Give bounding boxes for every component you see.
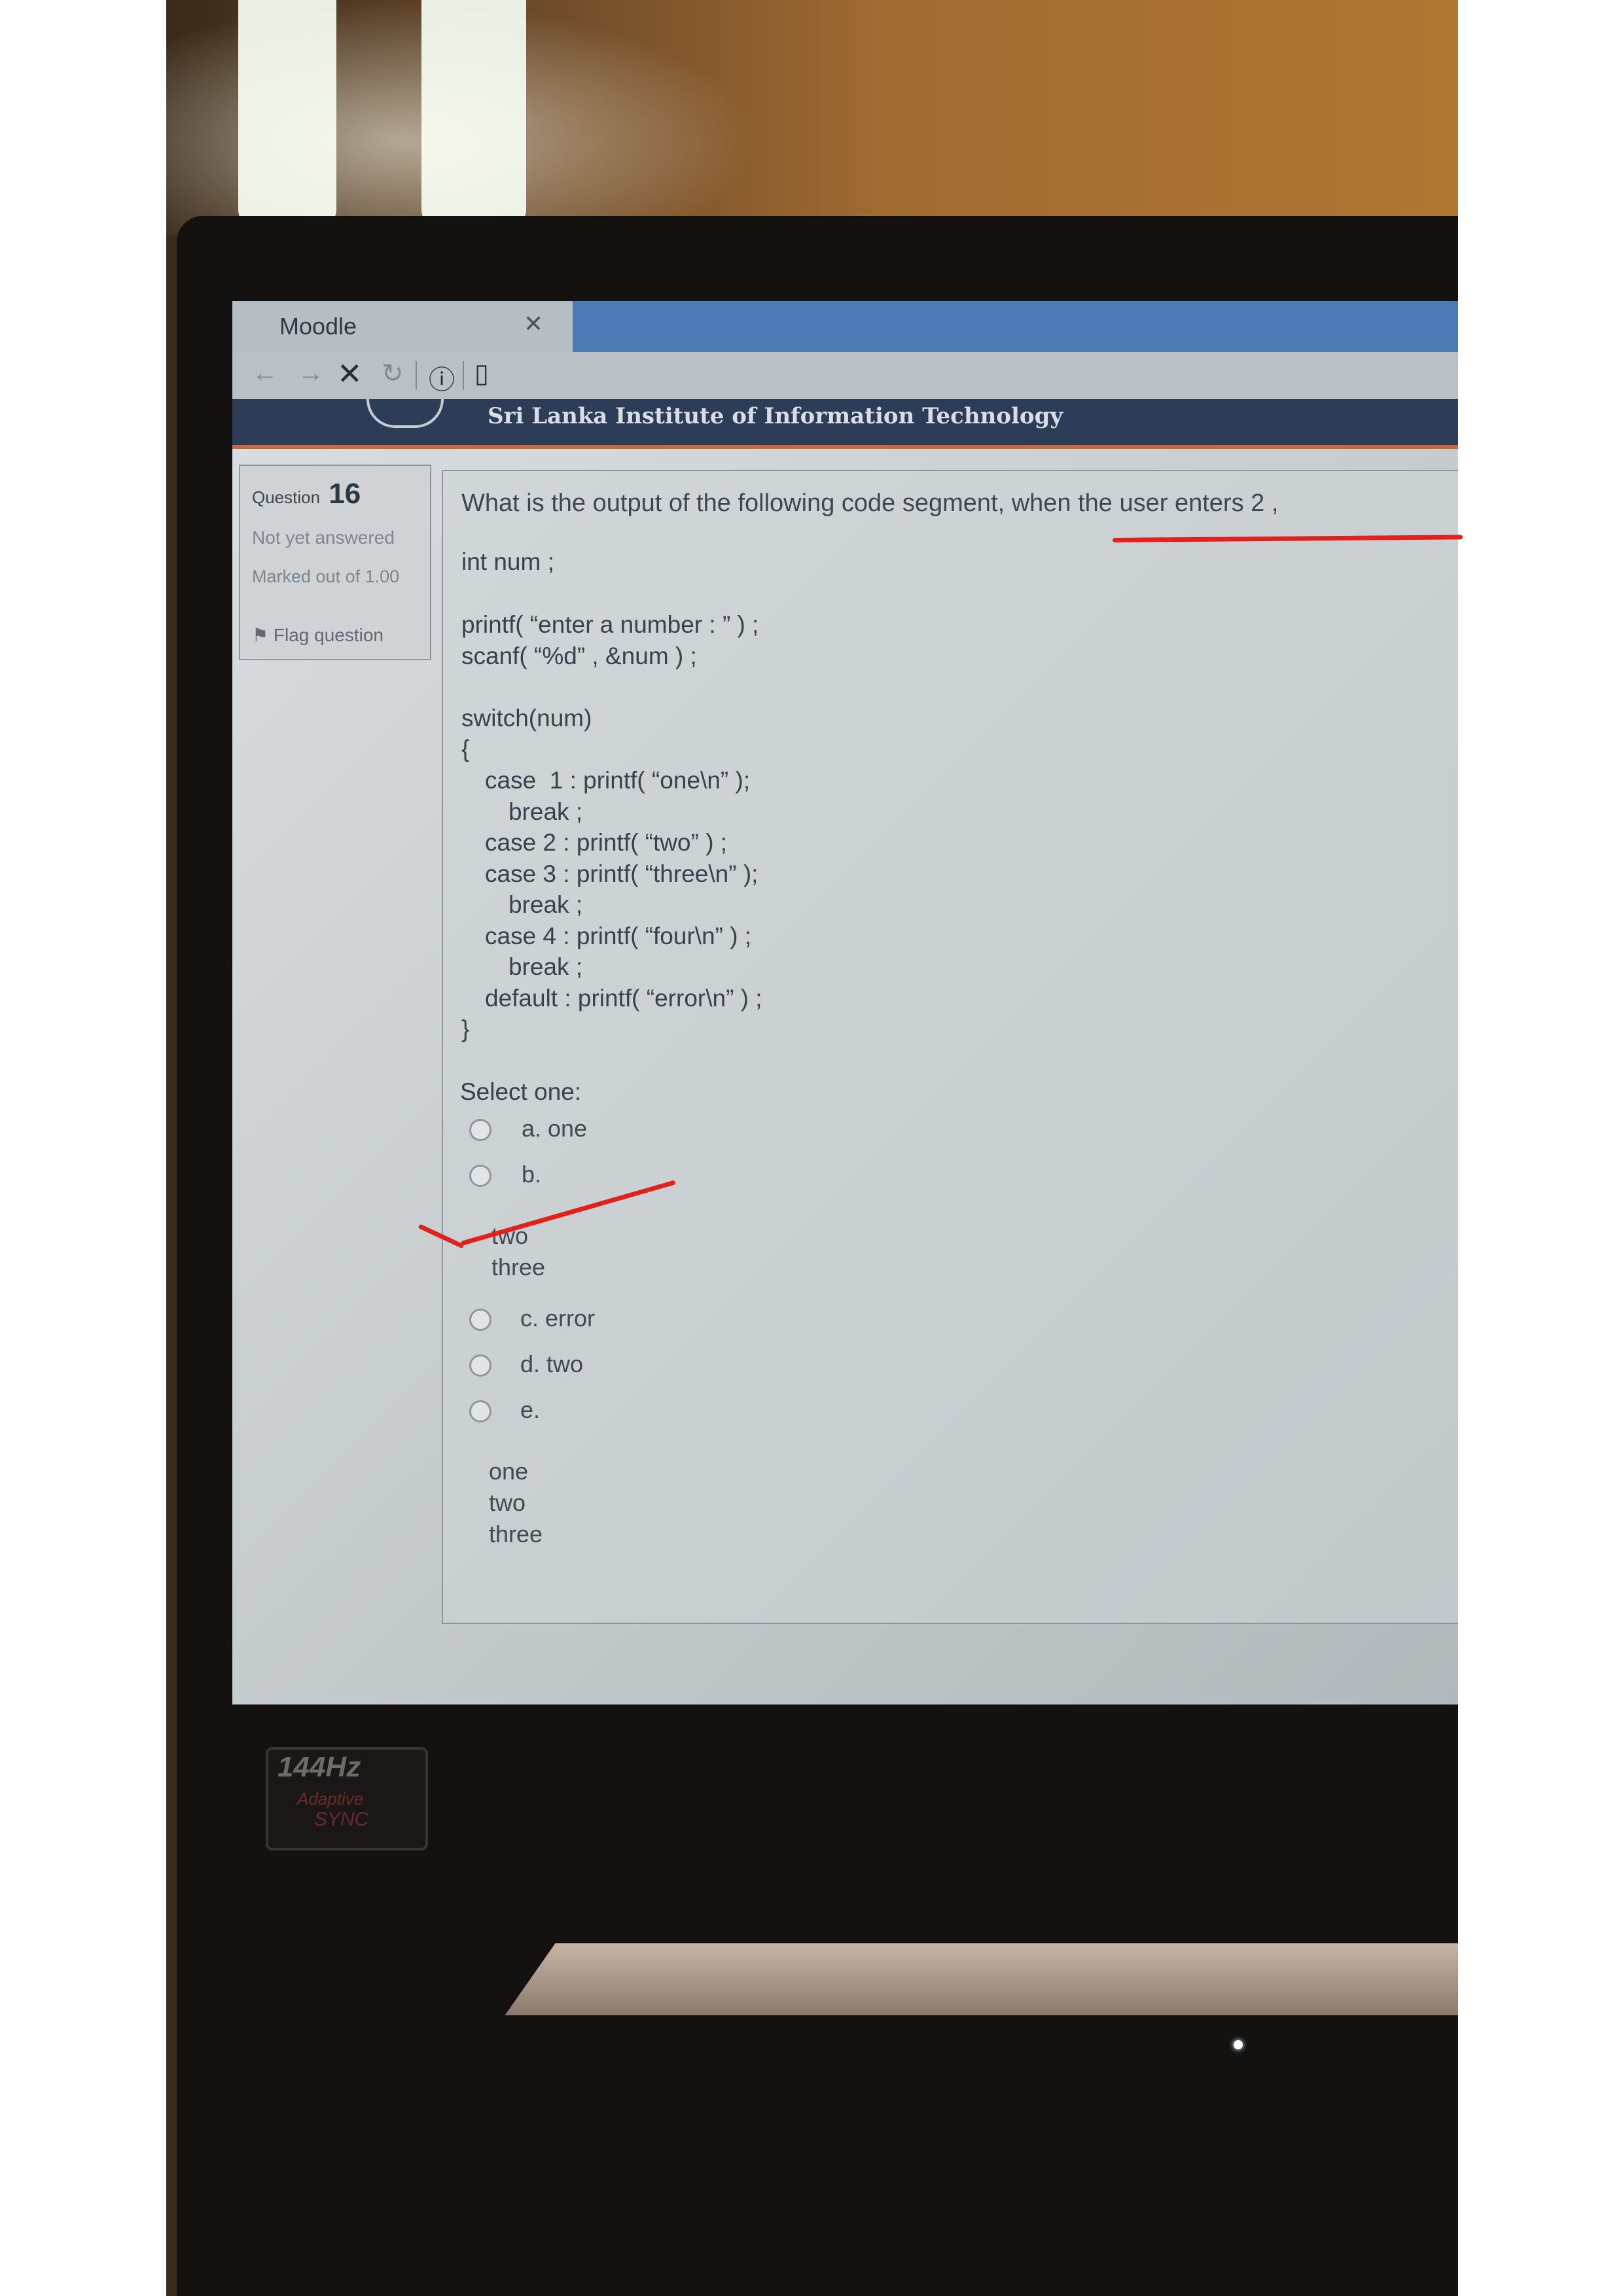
option-e-line: one <box>489 1458 529 1485</box>
sticker-sync: SYNC <box>314 1809 369 1830</box>
code-line: break ; <box>508 891 583 918</box>
question-label: Question <box>252 487 321 507</box>
code-line: case 3 : printf( “three\n” ); <box>485 860 758 887</box>
back-arrow-icon[interactable]: ← <box>252 359 278 388</box>
sticker-refresh-rate: 144Hz <box>277 1751 361 1783</box>
code-line: printf( “enter a number : ” ) ; <box>461 611 759 638</box>
site-header: Sri Lanka Institute of Information Techn… <box>232 399 1458 449</box>
option-d-label[interactable]: d. two <box>520 1351 583 1378</box>
flag-label: Flag question <box>273 625 383 645</box>
code-line: break ; <box>508 953 583 980</box>
code-line: { <box>461 735 470 762</box>
option-c-radio[interactable] <box>469 1309 491 1331</box>
code-line: break ; <box>508 798 583 825</box>
option-a-label[interactable]: a. one <box>522 1115 587 1142</box>
option-b-radio[interactable] <box>469 1165 491 1187</box>
question-text: What is the output of the following code… <box>461 489 1279 517</box>
flag-icon: ⚑ <box>252 625 269 645</box>
browser-navbar: ← → ✕ ↻ ⓘ ▯ <box>232 352 1458 399</box>
browser-tabbar: Moodle ✕ <box>232 301 1458 352</box>
marked-out-of: Marked out of 1.00 <box>252 567 400 586</box>
info-icon[interactable]: ⓘ <box>429 359 455 397</box>
option-e-line: two <box>489 1489 526 1516</box>
option-b-line: three <box>491 1254 546 1280</box>
institution-logo <box>366 399 444 428</box>
code-line: scanf( “%d” , &num ) ; <box>461 643 697 669</box>
option-a-radio[interactable] <box>469 1119 491 1141</box>
select-one-label: Select one: <box>460 1078 582 1105</box>
keyboard-deck-edge <box>505 1943 1458 2015</box>
question-info-panel: Question 16 Not yet answered Marked out … <box>239 465 431 660</box>
power-led <box>1234 2040 1243 2049</box>
question-number-value: 16 <box>329 478 361 510</box>
sticker-adaptive: Adaptive <box>297 1789 364 1809</box>
forward-arrow-icon[interactable]: → <box>298 359 324 388</box>
stop-icon[interactable]: ✕ <box>337 356 363 391</box>
question-number: Question 16 <box>252 478 361 510</box>
reload-icon[interactable]: ↻ <box>382 359 404 389</box>
answer-status: Not yet answered <box>252 527 395 548</box>
option-e-label[interactable]: e. <box>520 1396 540 1424</box>
option-b-label[interactable]: b. <box>522 1161 541 1188</box>
code-line: case 2 : printf( “two” ) ; <box>485 829 728 856</box>
option-d-radio[interactable] <box>469 1354 491 1377</box>
code-line: } <box>461 1016 470 1042</box>
adaptive-sync-sticker: 144Hz Adaptive SYNC <box>266 1747 428 1850</box>
light-glare <box>166 0 755 236</box>
page-icon[interactable]: ▯ <box>474 359 489 389</box>
option-c-label[interactable]: c. error <box>520 1305 595 1332</box>
code-line: case 4 : printf( “four\n” ) ; <box>485 923 752 949</box>
option-e-line: three <box>489 1521 543 1547</box>
code-line: int num ; <box>461 548 554 575</box>
question-content: What is the output of the following code… <box>442 470 1458 1624</box>
code-line: default : printf( “error\n” ) ; <box>485 985 762 1012</box>
option-e-radio[interactable] <box>469 1400 491 1422</box>
laptop-screen: Moodle ✕ ← → ✕ ↻ ⓘ ▯ Sri Lanka Institute… <box>232 301 1458 1704</box>
browser-tab[interactable]: Moodle ✕ <box>232 301 573 352</box>
photo-background: Moodle ✕ ← → ✕ ↻ ⓘ ▯ Sri Lanka Institute… <box>166 0 1458 2296</box>
laptop-body: Moodle ✕ ← → ✕ ↻ ⓘ ▯ Sri Lanka Institute… <box>177 216 1458 2296</box>
code-line: switch(num) <box>461 705 592 732</box>
close-icon[interactable]: ✕ <box>524 310 543 338</box>
institution-name: Sri Lanka Institute of Information Techn… <box>488 403 1063 429</box>
nav-separator <box>416 361 417 390</box>
code-line: case 1 : printf( “one\n” ); <box>485 767 751 794</box>
flag-question-link[interactable]: ⚑ Flag question <box>252 624 383 646</box>
tab-title: Moodle <box>279 313 357 340</box>
nav-separator <box>463 361 464 390</box>
